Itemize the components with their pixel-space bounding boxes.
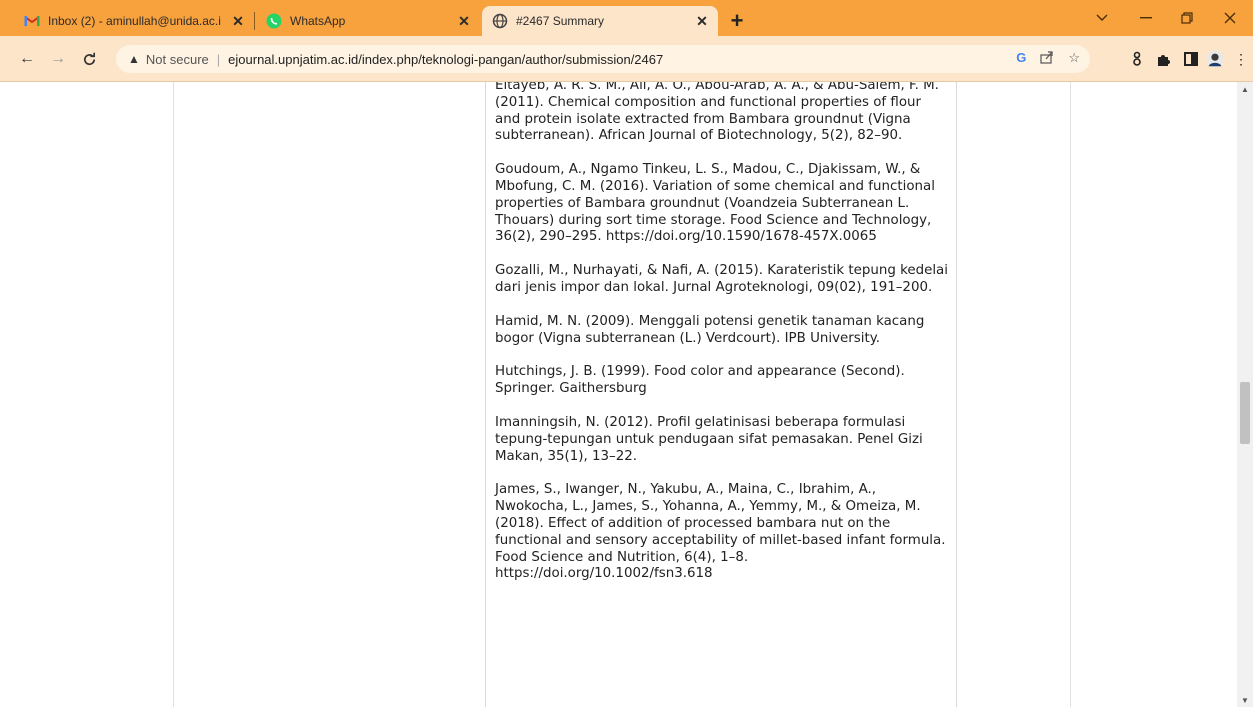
restore-icon[interactable] bbox=[1172, 8, 1202, 28]
tab-whatsapp[interactable]: WhatsApp ✕ bbox=[256, 6, 480, 36]
url-text[interactable]: ejournal.upnjatim.ac.id/index.php/teknol… bbox=[228, 52, 663, 67]
forward-icon[interactable]: → bbox=[49, 50, 67, 68]
reference-entry: Hamid, M. N. (2009). Menggali potensi ge… bbox=[495, 313, 925, 346]
tab-strip: Inbox (2) - aminullah@unida.ac.i ✕ Whats… bbox=[0, 0, 1253, 36]
close-icon[interactable]: ✕ bbox=[694, 13, 710, 29]
reference-entry: Eltayeb, A. R. S. M., Ali, A. O., Abou-A… bbox=[495, 82, 939, 144]
tab-title: #2467 Summary bbox=[516, 14, 605, 28]
vertical-scrollbar[interactable]: ▲ ▼ bbox=[1237, 82, 1253, 707]
menu-icon[interactable]: ⋮ bbox=[1232, 50, 1250, 68]
extension-icon[interactable] bbox=[1128, 50, 1146, 68]
references-list: Eltayeb, A. R. S. M., Ali, A. O., Abou-A… bbox=[495, 82, 950, 600]
share-icon[interactable] bbox=[1040, 50, 1054, 67]
browser-toolbar: ← → ▲ Not secure | ejournal.upnjatim.ac.… bbox=[0, 36, 1253, 82]
references-box: Eltayeb, A. R. S. M., Ali, A. O., Abou-A… bbox=[485, 82, 957, 707]
minimize-icon[interactable] bbox=[1131, 8, 1161, 28]
reference-entry: Goudoum, A., Ngamo Tinkeu, L. S., Madou,… bbox=[495, 162, 935, 245]
warning-icon[interactable]: ▲ bbox=[128, 52, 140, 66]
puzzle-icon[interactable] bbox=[1155, 50, 1173, 68]
globe-icon bbox=[492, 13, 508, 29]
scroll-thumb[interactable] bbox=[1240, 382, 1250, 444]
close-icon[interactable]: ✕ bbox=[230, 13, 246, 29]
tab-summary[interactable]: #2467 Summary ✕ bbox=[482, 6, 718, 36]
close-window-icon[interactable] bbox=[1215, 8, 1245, 28]
profile-avatar[interactable] bbox=[1206, 50, 1224, 68]
close-icon[interactable]: ✕ bbox=[456, 13, 472, 29]
new-tab-button[interactable]: + bbox=[726, 8, 748, 33]
tab-search-icon[interactable] bbox=[1087, 8, 1117, 28]
reference-entry: Gozalli, M., Nurhayati, & Nafi, A. (2015… bbox=[495, 263, 948, 295]
google-icon[interactable]: G bbox=[1016, 50, 1026, 67]
scroll-down-icon[interactable]: ▼ bbox=[1237, 693, 1253, 707]
reference-entry: Imanningsih, N. (2012). Profil gelatinis… bbox=[495, 414, 923, 464]
bookmark-star-icon[interactable]: ☆ bbox=[1068, 50, 1080, 67]
gmail-icon bbox=[24, 13, 40, 29]
security-label[interactable]: Not secure bbox=[146, 52, 209, 67]
reference-entry: James, S., Iwanger, N., Yakubu, A., Main… bbox=[495, 482, 946, 582]
page-content: Eltayeb, A. R. S. M., Ali, A. O., Abou-A… bbox=[0, 82, 1253, 707]
tab-separator bbox=[254, 12, 255, 30]
reference-entry: Hutchings, J. B. (1999). Food color and … bbox=[495, 364, 905, 397]
back-icon[interactable]: ← bbox=[18, 50, 36, 68]
scroll-up-icon[interactable]: ▲ bbox=[1237, 82, 1253, 96]
side-panel-icon[interactable] bbox=[1182, 50, 1200, 68]
reload-icon[interactable] bbox=[80, 50, 98, 68]
tab-gmail[interactable]: Inbox (2) - aminullah@unida.ac.i ✕ bbox=[14, 6, 254, 36]
divider: | bbox=[216, 51, 221, 67]
tab-title: Inbox (2) - aminullah@unida.ac.i bbox=[48, 14, 221, 28]
whatsapp-icon bbox=[266, 13, 282, 29]
tab-title: WhatsApp bbox=[290, 14, 346, 28]
content-frame: Eltayeb, A. R. S. M., Ali, A. O., Abou-A… bbox=[173, 82, 1071, 707]
address-bar[interactable]: ▲ Not secure | ejournal.upnjatim.ac.id/i… bbox=[116, 45, 1090, 73]
